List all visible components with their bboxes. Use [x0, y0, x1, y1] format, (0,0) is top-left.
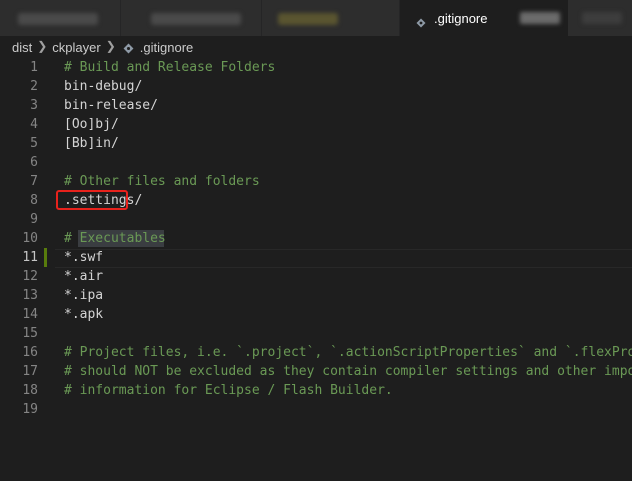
code-line[interactable]: 17 # should NOT be excluded as they conta… — [0, 362, 632, 381]
code-line[interactable]: 3 bin-release/ — [0, 96, 632, 115]
line-number: 9 — [30, 212, 38, 227]
tab-blurred-label — [18, 13, 98, 25]
tab-blurred-label — [151, 13, 241, 25]
current-line-highlight — [55, 249, 632, 268]
line-number: 11 — [22, 250, 38, 265]
tab-blurred-label — [582, 12, 622, 24]
line-number: 1 — [30, 60, 38, 75]
line-number: 2 — [30, 79, 38, 94]
tab-bar: .gitignore — [0, 0, 632, 36]
tab-label: .gitignore — [434, 10, 488, 26]
line-number: 17 — [22, 364, 38, 379]
line-number: 4 — [30, 117, 38, 132]
breadcrumb-item-gitignore[interactable]: .gitignore — [140, 40, 193, 55]
tab-blurred-1[interactable] — [0, 0, 120, 36]
code-line[interactable]: 5 [Bb]in/ — [0, 134, 632, 153]
line-number: 8 — [30, 193, 38, 208]
code-text: [Bb]in/ — [64, 136, 119, 151]
code-line[interactable]: 1 # Build and Release Folders — [0, 58, 632, 77]
line-number: 14 — [22, 307, 38, 322]
code-line[interactable]: 6 — [0, 153, 632, 172]
code-line[interactable]: 14 *.apk — [0, 305, 632, 324]
code-text: *.swf — [64, 250, 104, 265]
line-number: 7 — [30, 174, 38, 189]
code-line[interactable]: 15 — [0, 324, 632, 343]
line-number: 5 — [30, 136, 38, 151]
code-line[interactable]: 12 *.air — [0, 267, 632, 286]
code-editor[interactable]: 1 # Build and Release Folders 2 bin-debug/3… — [0, 58, 632, 481]
line-number: 6 — [30, 155, 38, 170]
tab-blurred-label — [278, 13, 338, 25]
code-line[interactable]: 4 [Oo]bj/ — [0, 115, 632, 134]
chevron-right-icon: ❯ — [37, 39, 48, 53]
line-number: 18 — [22, 383, 38, 398]
breadcrumb-item-ckplayer[interactable]: ckplayer — [52, 40, 100, 55]
code-line[interactable]: 19 — [0, 400, 632, 419]
code-comment: # Other files and folders — [64, 174, 260, 189]
code-text: *.air — [64, 269, 104, 284]
line-number: 15 — [22, 326, 38, 341]
code-comment: # Build and Release Folders — [64, 60, 276, 75]
code-comment: # should NOT be excluded as they contain… — [64, 364, 632, 379]
tab-gitignore[interactable]: .gitignore — [400, 0, 568, 36]
tab-blurred-4[interactable] — [568, 0, 632, 36]
code-text: [Oo]bj/ — [64, 117, 119, 132]
line-number: 16 — [22, 345, 38, 360]
tab-blurred-2[interactable] — [121, 0, 261, 36]
line-number: 10 — [22, 231, 38, 246]
code-text: bin-debug/ — [64, 79, 143, 94]
code-line[interactable]: 18 # information for Eclipse / Flash Buil… — [0, 381, 632, 400]
code-line[interactable]: 13 *.ipa — [0, 286, 632, 305]
line-number: 19 — [22, 402, 38, 417]
code-text: *.apk — [64, 307, 104, 322]
line-number: 13 — [22, 288, 38, 303]
chevron-right-icon: ❯ — [105, 39, 116, 53]
breadcrumb: dist ❯ ckplayer ❯ .gitignore — [0, 36, 632, 58]
tab-close-blurred[interactable] — [520, 12, 560, 24]
code-text: *.ipa — [64, 288, 104, 303]
code-line[interactable]: 11 *.swf — [0, 248, 632, 268]
gitignore-file-icon — [416, 13, 426, 28]
gutter-modified-marker[interactable] — [44, 248, 47, 267]
code-text: bin-release/ — [64, 98, 158, 113]
code-comment: # information for Eclipse / Flash Builde… — [64, 383, 393, 398]
code-line[interactable]: 16 # Project files, i.e. `.project`, `.ac… — [0, 343, 632, 362]
code-line[interactable]: 9 — [0, 210, 632, 229]
code-comment: # Executables — [64, 231, 166, 246]
code-line[interactable]: 2 bin-debug/ — [0, 77, 632, 96]
line-number: 12 — [22, 269, 38, 284]
code-line[interactable]: 10 # Executables — [0, 229, 632, 248]
code-comment: # Project files, i.e. `.project`, `.acti… — [64, 345, 632, 360]
gitignore-file-icon — [123, 42, 134, 53]
line-number: 3 — [30, 98, 38, 113]
code-line[interactable]: 7 # Other files and folders — [0, 172, 632, 191]
annotation-highlight-box — [56, 190, 128, 210]
tab-blurred-3[interactable] — [262, 0, 399, 36]
breadcrumb-item-dist[interactable]: dist — [12, 40, 32, 55]
